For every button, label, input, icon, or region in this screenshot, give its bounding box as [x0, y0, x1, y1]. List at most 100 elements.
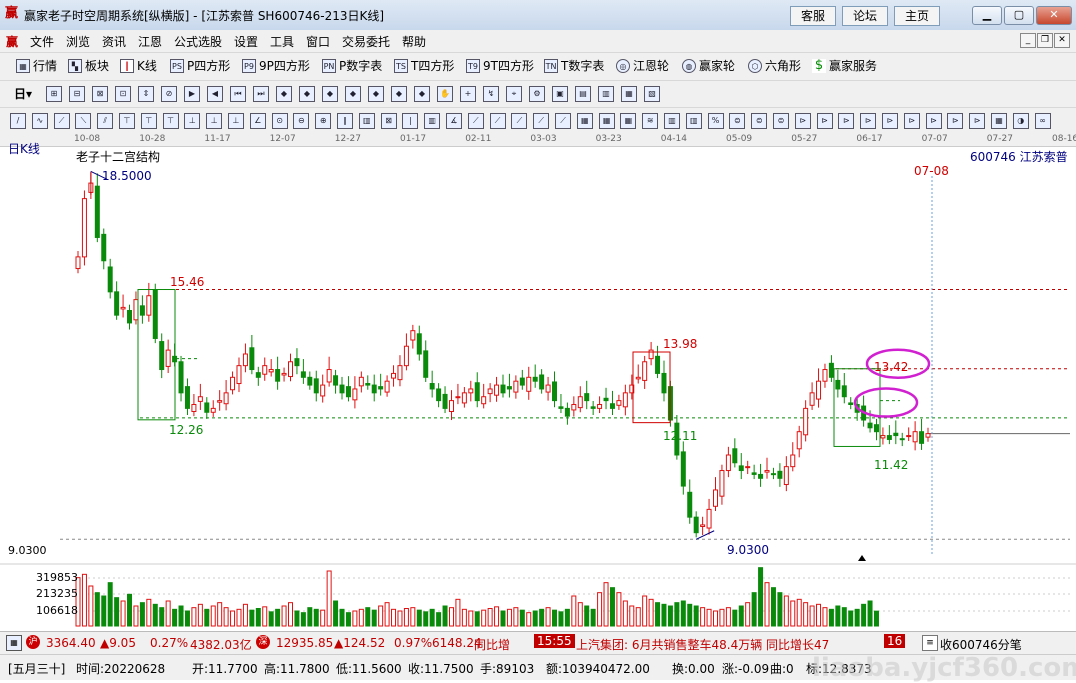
- hexagon-button[interactable]: ⬡ 六角形: [748, 57, 801, 74]
- tool-icon[interactable]: ⊞: [46, 86, 62, 102]
- drawing-tool-icon[interactable]: ⟋: [533, 113, 550, 129]
- tool-icon[interactable]: +: [460, 86, 476, 102]
- tool-icon[interactable]: ⊟: [69, 86, 85, 102]
- drawing-tool-icon[interactable]: ⊳: [903, 113, 920, 129]
- customer-service-button[interactable]: 客服: [790, 6, 836, 26]
- drawing-tool-icon[interactable]: ∡: [446, 113, 462, 129]
- menu-gann[interactable]: 江恩: [138, 33, 162, 50]
- drawing-tool-icon[interactable]: |: [402, 113, 419, 129]
- sector-button[interactable]: ▚ 板块: [68, 57, 109, 74]
- gann-wheel-button[interactable]: ◎ 江恩轮: [616, 57, 669, 74]
- drawing-tool-icon[interactable]: ⊳: [838, 113, 855, 129]
- drawing-tool-icon[interactable]: ▥: [358, 113, 375, 129]
- drawing-tool-icon[interactable]: ⊳: [882, 113, 898, 129]
- menu-help[interactable]: 帮助: [402, 33, 426, 50]
- drawing-tool-icon[interactable]: ⊳: [816, 113, 833, 129]
- drawing-tool-icon[interactable]: ⊜: [729, 113, 746, 129]
- p-table-button[interactable]: PN P数字表: [322, 57, 382, 74]
- drawing-tool-icon[interactable]: ⊜: [773, 113, 789, 129]
- minimize-icon[interactable]: ▁: [972, 6, 1002, 25]
- mdi-close-icon[interactable]: ✕: [1054, 33, 1070, 48]
- drawing-tool-icon[interactable]: ⊕: [315, 113, 332, 129]
- menu-info[interactable]: 资讯: [102, 33, 126, 50]
- tool-icon[interactable]: ▧: [644, 86, 660, 102]
- tool-icon[interactable]: ▤: [575, 86, 591, 102]
- forum-button[interactable]: 论坛: [842, 6, 888, 26]
- drawing-tool-icon[interactable]: ⊳: [860, 113, 877, 129]
- drawing-tool-icon[interactable]: ⊙: [271, 113, 288, 129]
- drawing-tool-icon[interactable]: ⟋: [53, 113, 70, 129]
- 9t-square-button[interactable]: T9 9T四方形: [466, 57, 534, 74]
- winner-wheel-button[interactable]: ◍ 赢家轮: [682, 57, 735, 74]
- tick-detail-icon[interactable]: ≡: [922, 635, 938, 651]
- drawing-tool-icon[interactable]: %: [707, 113, 724, 129]
- menu-formula[interactable]: 公式选股: [174, 33, 222, 50]
- quotes-button[interactable]: ▦ 行情: [16, 57, 57, 74]
- tool-icon[interactable]: ◆: [391, 86, 407, 102]
- drawing-tool-icon[interactable]: ▥: [664, 113, 680, 129]
- drawing-tool-icon[interactable]: ⟋: [511, 113, 528, 129]
- drawing-tool-icon[interactable]: ∞: [1034, 113, 1051, 129]
- drawing-tool-icon[interactable]: ⊤: [140, 113, 157, 129]
- menu-tools[interactable]: 工具: [270, 33, 294, 50]
- drawing-tool-icon[interactable]: ⟋: [555, 113, 571, 129]
- drawing-tool-icon[interactable]: ⊳: [794, 113, 811, 129]
- tool-icon[interactable]: ⇕: [138, 86, 154, 102]
- home-button[interactable]: 主页: [894, 6, 940, 26]
- 9p-square-button[interactable]: P9 9P四方形: [242, 57, 310, 74]
- tool-icon[interactable]: ▣: [552, 86, 568, 102]
- drawing-tool-icon[interactable]: ⊳: [969, 113, 986, 129]
- drawing-tool-icon[interactable]: ▦: [991, 113, 1007, 129]
- tool-icon[interactable]: ▥: [598, 86, 614, 102]
- tool-icon[interactable]: ⊘: [161, 86, 177, 102]
- news-headline[interactable]: 上汽集团: 6月共销售整车48.4万辆 同比增长47: [576, 636, 829, 653]
- drawing-tool-icon[interactable]: ⊤: [162, 113, 179, 129]
- tool-icon[interactable]: ◆: [368, 86, 384, 102]
- drawing-tool-icon[interactable]: ∥: [337, 113, 353, 129]
- drawing-tool-icon[interactable]: /: [10, 113, 26, 129]
- menu-settings[interactable]: 设置: [234, 33, 258, 50]
- grid-toggle-icon[interactable]: ▦: [6, 635, 22, 651]
- drawing-tool-icon[interactable]: ⟍: [75, 113, 92, 129]
- tool-icon[interactable]: ◆: [276, 86, 292, 102]
- tool-icon[interactable]: ⏮: [230, 86, 246, 102]
- drawing-tool-icon[interactable]: ⟋: [467, 113, 484, 129]
- mdi-minimize-icon[interactable]: _: [1020, 33, 1036, 48]
- tool-icon[interactable]: ◀: [207, 86, 223, 102]
- drawing-tool-icon[interactable]: ⊥: [206, 113, 223, 129]
- drawing-tool-icon[interactable]: ▦: [620, 113, 637, 129]
- drawing-tool-icon[interactable]: ⊳: [925, 113, 942, 129]
- close-icon[interactable]: ✕: [1036, 6, 1072, 25]
- tool-icon[interactable]: ▦: [621, 86, 637, 102]
- drawing-tool-icon[interactable]: ▥: [685, 113, 702, 129]
- drawing-tool-icon[interactable]: ⊳: [947, 113, 964, 129]
- tool-icon[interactable]: ⊡: [115, 86, 131, 102]
- menu-trade[interactable]: 交易委托: [342, 33, 390, 50]
- tool-icon[interactable]: ⏭: [253, 86, 269, 102]
- maximize-icon[interactable]: ▢: [1004, 6, 1034, 25]
- menu-file[interactable]: 文件: [30, 33, 54, 50]
- tool-icon[interactable]: ▶: [184, 86, 200, 102]
- drawing-tool-icon[interactable]: ⊤: [119, 113, 135, 129]
- drawing-tool-icon[interactable]: ⊠: [380, 113, 397, 129]
- tick-detail-label[interactable]: 收600746分笔: [940, 636, 1022, 653]
- drawing-tool-icon[interactable]: ⊖: [293, 113, 310, 129]
- tool-icon[interactable]: ◆: [414, 86, 430, 102]
- tool-icon[interactable]: ✋: [437, 86, 453, 102]
- menu-window[interactable]: 窗口: [306, 33, 330, 50]
- tool-icon[interactable]: ⚙: [529, 86, 545, 102]
- drawing-tool-icon[interactable]: ▦: [576, 113, 593, 129]
- tool-icon[interactable]: ↯: [483, 86, 499, 102]
- drawing-tool-icon[interactable]: ∠: [249, 113, 266, 129]
- winner-service-button[interactable]: $ 赢家服务: [812, 57, 877, 74]
- drawing-tool-icon[interactable]: ▥: [424, 113, 441, 129]
- t-table-button[interactable]: TN T数字表: [544, 57, 604, 74]
- kline-button[interactable]: ┃ K线: [120, 57, 157, 74]
- tool-icon[interactable]: ⊠: [92, 86, 108, 102]
- drawing-tool-icon[interactable]: ⊜: [751, 113, 768, 129]
- tool-icon[interactable]: ⌖: [506, 86, 522, 102]
- drawing-tool-icon[interactable]: ◑: [1012, 113, 1029, 129]
- drawing-tool-icon[interactable]: ∿: [31, 113, 48, 129]
- p-square-button[interactable]: PS P四方形: [170, 57, 230, 74]
- drawing-tool-icon[interactable]: ≋: [642, 113, 659, 129]
